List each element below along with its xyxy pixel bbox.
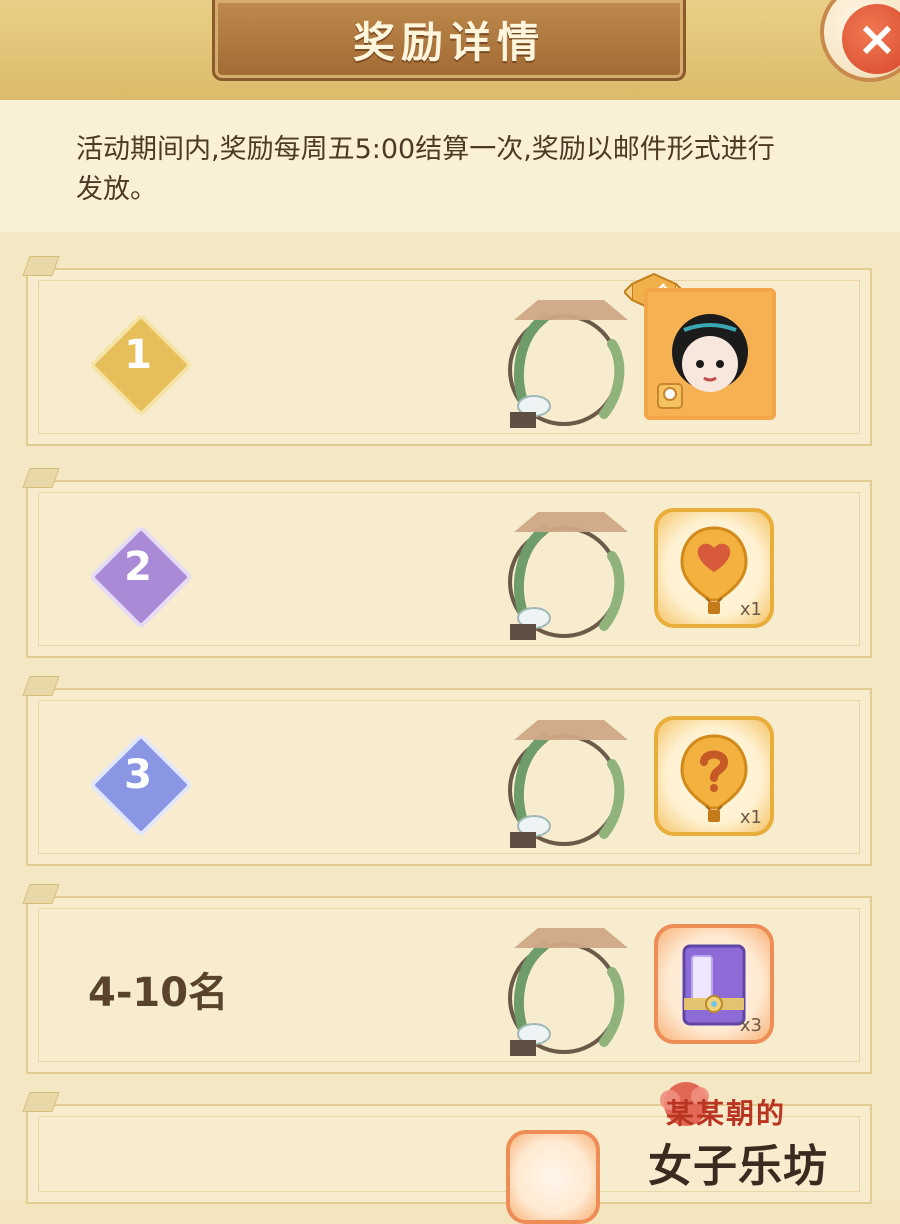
title-plate: 奖励详情 [212,0,686,81]
rank-number: 2 [124,544,152,590]
reward-item-partial-icon[interactable] [506,1130,600,1224]
reward-card-rank-1: 1 金 [22,256,872,446]
rank-number: 1 [124,332,152,378]
close-icon[interactable]: × [842,4,900,74]
reward-count: x3 [739,1015,762,1036]
reward-card-rank-2: 2 x1 [22,468,872,658]
reward-count: x1 [739,807,762,828]
reward-card-rank-4-10: 4-10名 x3 [22,884,872,1074]
rank-range-label: 4-10名 [88,970,229,1016]
avatar-frame-icon [508,720,628,848]
reward-item-balloon-question[interactable]: x1 [654,716,774,836]
avatar-frame-icon [508,512,628,640]
reward-item-book[interactable]: x3 [654,924,774,1044]
top-bar: 奖励详情 [0,0,900,102]
avatar-frame-icon [508,300,628,428]
reward-item-balloon-heart[interactable]: x1 [654,508,774,628]
notice-text: 活动期间内,奖励每周五5:00结算一次,奖励以邮件形式进行发放。 [76,134,775,205]
notice-area: 活动期间内,奖励每周五5:00结算一次,奖励以邮件形式进行发放。 [0,100,900,232]
rank-number: 3 [124,752,152,798]
watermark-line-2: 女子乐坊 [648,1141,828,1192]
character-portrait-art [648,292,772,416]
page-title: 奖励详情 [352,17,545,67]
card-tab [22,1092,60,1112]
card-tab [22,468,60,488]
reward-count: x1 [739,599,762,620]
card-tab [22,884,60,904]
reward-card-rank-3: 3 x1 [22,676,872,866]
watermark-line-1: 某某朝的 [666,1097,787,1130]
character-portrait[interactable] [644,288,776,420]
avatar-frame-icon [508,928,628,1056]
card-tab [22,676,60,696]
card-tab [22,256,60,276]
